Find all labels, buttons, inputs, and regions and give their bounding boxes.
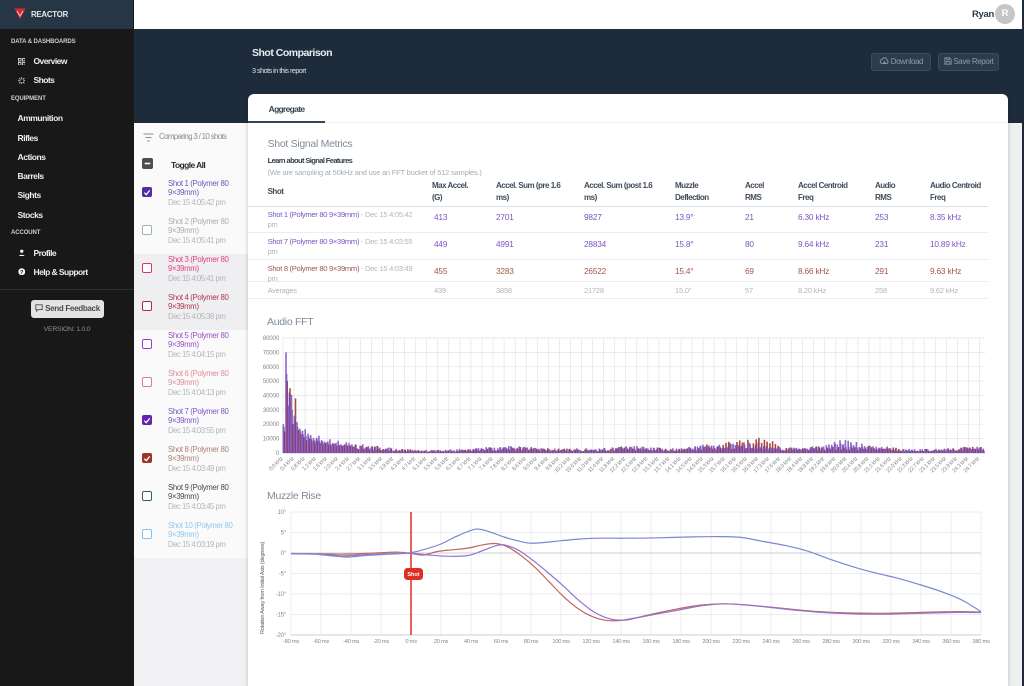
svg-text:?: ?	[20, 269, 24, 275]
